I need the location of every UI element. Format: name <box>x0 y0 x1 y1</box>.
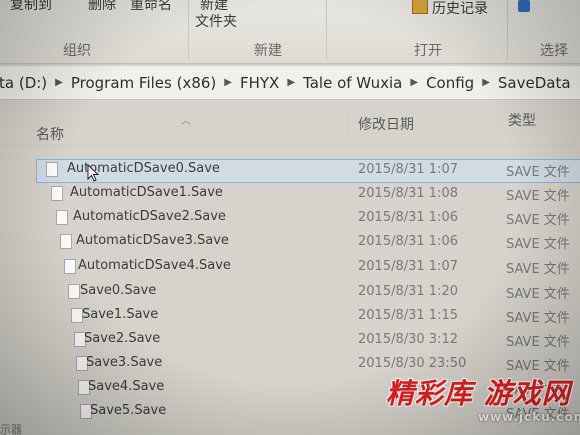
file-name: Save3.Save <box>86 355 163 370</box>
file-row[interactable]: AutomaticDSave2.Save 2015/8/31 1:06 SAVE 文… <box>0 206 580 230</box>
file-row[interactable]: AutomaticDSave3.Save 2015/8/31 1:06 SAVE 文… <box>0 230 580 254</box>
file-date: 2015/8/30 23:50 <box>358 356 467 371</box>
file-date: 2015/8/31 1:15 <box>358 308 458 323</box>
file-type: SAVE 文件 <box>506 311 570 326</box>
file-type: SAVE 文件 <box>506 213 570 228</box>
file-row[interactable]: Save0.Save 2015/8/31 1:20 SAVE 文件 <box>0 280 580 304</box>
file-name: Save5.Save <box>90 403 167 418</box>
file-name: AutomaticDSave3.Save <box>76 233 229 248</box>
watermark-text: 精彩库 游戏网 <box>386 377 571 410</box>
watermark-url: www.jcku.com <box>478 410 580 424</box>
file-type: SAVE 文件 <box>506 189 570 204</box>
file-name: AutomaticDSave1.Save <box>70 185 223 200</box>
mouse-pointer-icon <box>87 164 99 182</box>
file-type: SAVE 文件 <box>506 262 570 277</box>
file-type: SAVE 文件 <box>506 335 570 350</box>
file-row[interactable]: AutomaticDSave1.Save 2015/8/31 1:08 SAVE 文… <box>0 182 580 206</box>
file-type: SAVE 文件 <box>506 165 570 180</box>
file-name: Save2.Save <box>84 331 161 346</box>
file-date: 2015/8/31 1:06 <box>358 210 458 225</box>
file-icon <box>64 259 76 274</box>
file-name: AutomaticDSave2.Save <box>73 209 226 224</box>
file-row[interactable]: Save1.Save 2015/8/31 1:15 SAVE 文件 <box>0 304 580 328</box>
file-icon <box>68 284 80 299</box>
file-row[interactable]: AutomaticDSave4.Save 2015/8/31 1:07 SAVE 文… <box>0 255 580 279</box>
file-icon <box>60 234 72 249</box>
status-text: 示器 <box>0 423 22 435</box>
file-date: 2015/8/31 1:20 <box>358 284 458 299</box>
file-date: 2015/8/31 1:06 <box>358 234 458 249</box>
file-row[interactable]: Save2.Save 2015/8/30 3:12 SAVE 文件 <box>0 328 580 352</box>
file-icon <box>46 162 58 177</box>
file-type: SAVE 文件 <box>506 287 570 302</box>
file-type: SAVE 文件 <box>506 237 570 252</box>
file-icon <box>56 210 68 225</box>
file-name: Save1.Save <box>82 307 159 322</box>
file-date: 2015/8/30 3:12 <box>358 332 458 347</box>
file-icon <box>51 186 63 201</box>
file-date: 2015/8/31 1:08 <box>358 186 458 201</box>
file-name: Save4.Save <box>88 379 165 394</box>
file-list: AutomaticDSave0.Save 2015/8/31 1:07 SAVE 文… <box>0 0 580 435</box>
file-date: 2015/8/31 1:07 <box>358 162 458 177</box>
file-name: Save0.Save <box>80 283 157 298</box>
file-name: AutomaticDSave4.Save <box>78 258 231 273</box>
file-date: 2015/8/31 1:07 <box>358 259 458 274</box>
